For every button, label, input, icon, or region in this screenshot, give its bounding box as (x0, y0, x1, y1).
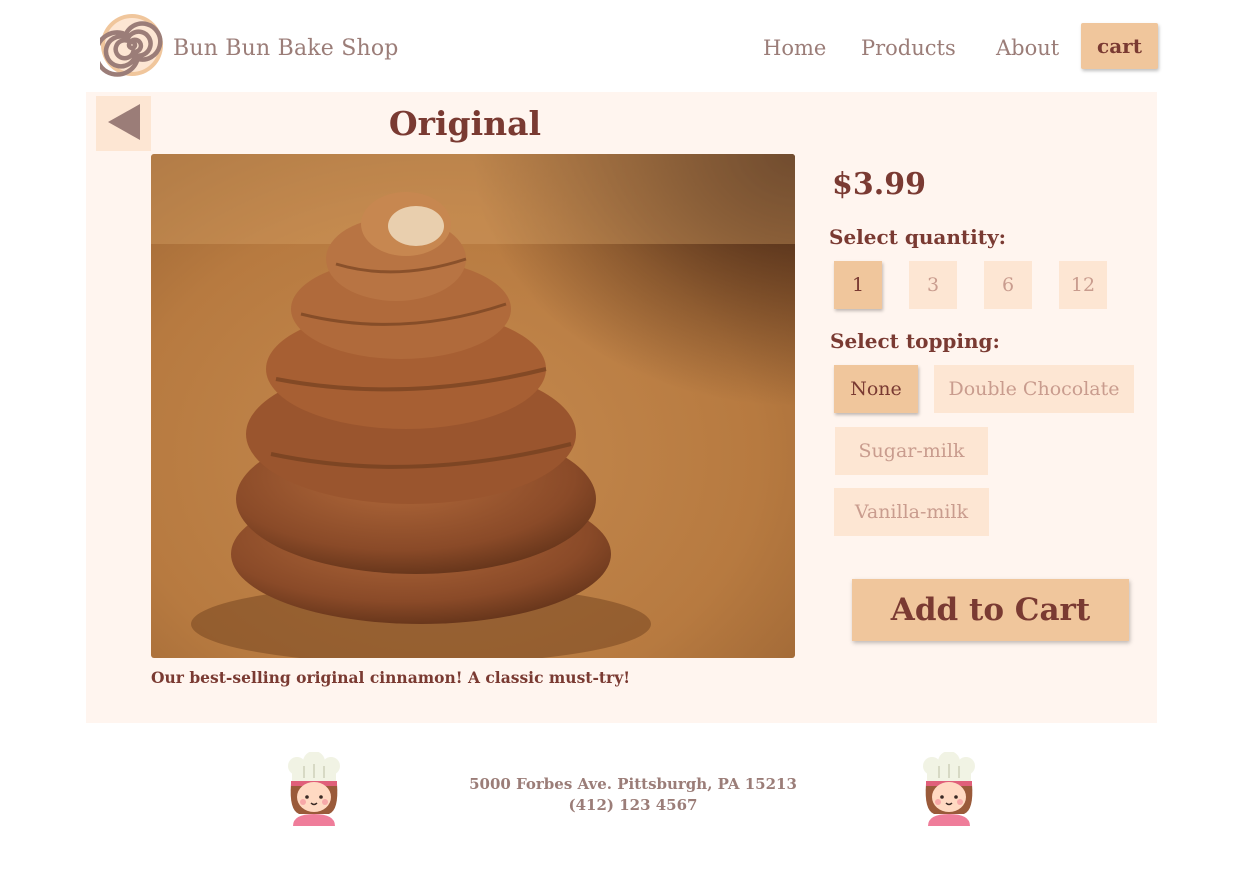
logo-swirl-icon[interactable] (94, 13, 164, 77)
chef-icon (287, 751, 341, 826)
back-arrow-icon (106, 102, 142, 146)
cart-button[interactable]: cart (1081, 23, 1158, 69)
nav-about[interactable]: About (996, 36, 1059, 60)
brand-name[interactable]: Bun Bun Bake Shop (173, 36, 399, 61)
topping-option-vanilla-milk[interactable]: Vanilla-milk (834, 488, 989, 536)
nav-home[interactable]: Home (763, 36, 826, 60)
chef-icon (922, 751, 976, 826)
quantity-label: Select quantity: (829, 225, 1006, 249)
topping-option-none[interactable]: None (834, 365, 918, 413)
address-line: 5000 Forbes Ave. Pittsburgh, PA 15213 (469, 775, 797, 793)
topping-option-sugar-milk[interactable]: Sugar-milk (835, 427, 988, 475)
quantity-option-6[interactable]: 6 (984, 261, 1032, 309)
topping-label: Select topping: (830, 329, 1000, 353)
topping-option-double-chocolate[interactable]: Double Chocolate (934, 365, 1134, 413)
product-price: $3.99 (832, 167, 926, 202)
quantity-option-12[interactable]: 12 (1059, 261, 1107, 309)
phone-line: (412) 123 4567 (568, 796, 698, 814)
site-header: Bun Bun Bake Shop Home Products About ca… (0, 0, 1240, 92)
product-description: Our best-selling original cinnamon! A cl… (151, 668, 631, 687)
quantity-option-1[interactable]: 1 (834, 261, 882, 309)
quantity-option-3[interactable]: 3 (909, 261, 957, 309)
product-image (151, 154, 795, 658)
nav-products[interactable]: Products (861, 36, 956, 60)
add-to-cart-button[interactable]: Add to Cart (852, 579, 1129, 641)
product-title: Original (388, 104, 542, 143)
footer-address: 5000 Forbes Ave. Pittsburgh, PA 15213 (4… (433, 774, 833, 816)
back-button[interactable] (96, 96, 151, 151)
